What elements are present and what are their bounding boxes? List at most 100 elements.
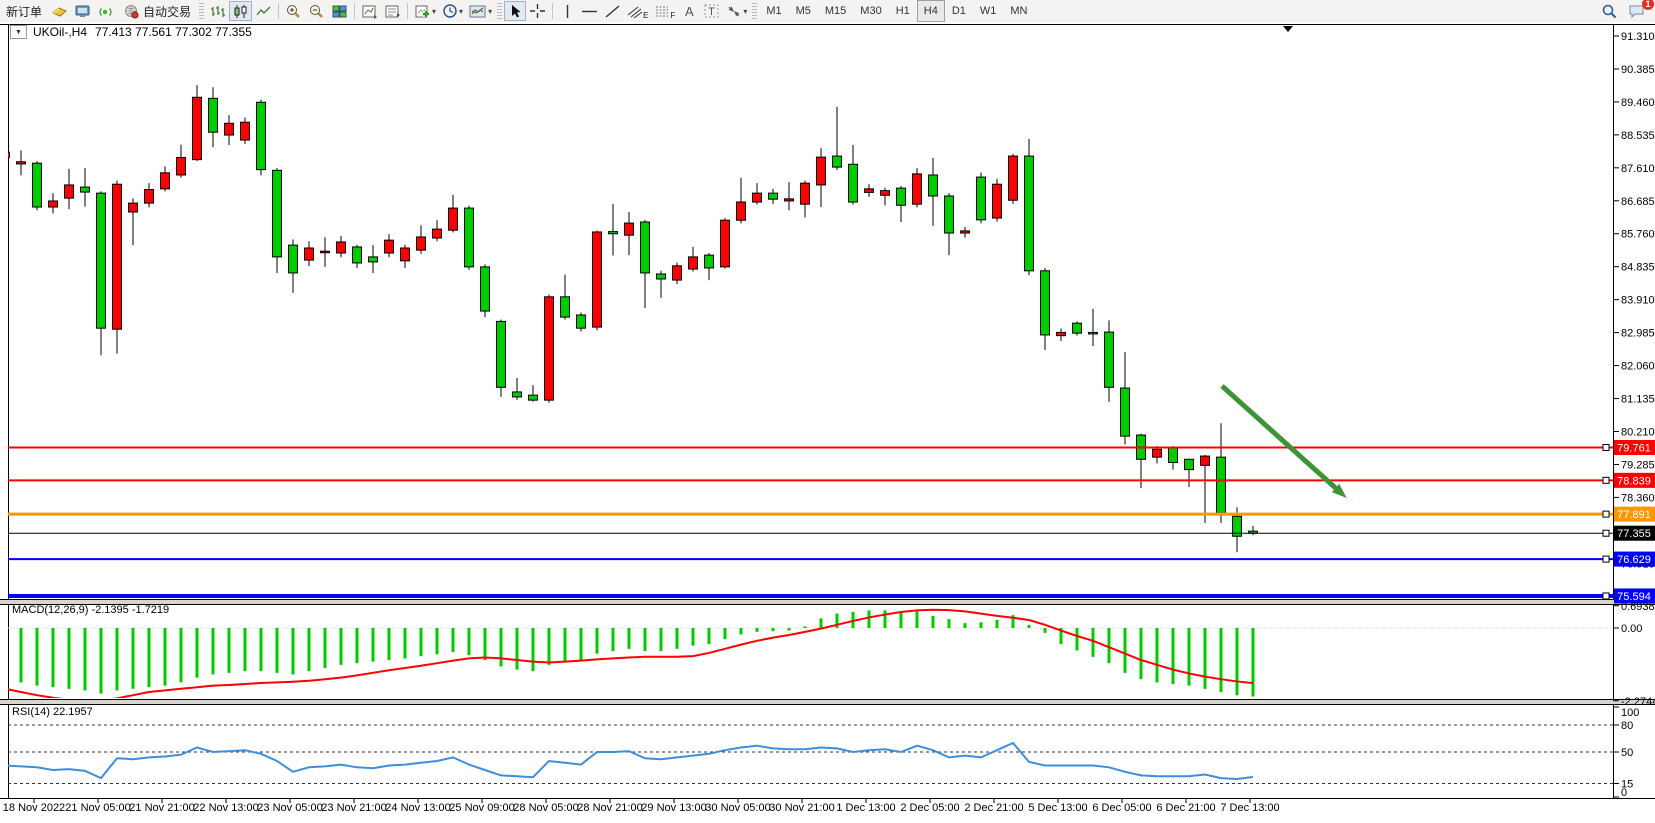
price-axis-tick: 82.060 — [1621, 361, 1655, 373]
candle-body — [401, 248, 410, 261]
candle-body — [513, 392, 522, 397]
macd-axis-tick: 0.6938 — [1621, 601, 1655, 613]
candle-body — [769, 193, 778, 199]
candle-body — [257, 102, 266, 169]
macd-indicator-label: MACD(12,26,9) -2.1395 -1.7219 — [12, 604, 169, 616]
candle-body — [177, 157, 186, 174]
rsi-axis-tick: 80 — [1621, 720, 1633, 732]
price-axis-tick: 84.835 — [1621, 262, 1655, 274]
candle-body — [33, 163, 42, 207]
candle-body — [225, 123, 234, 135]
time-axis-label: 5 Dec 13:00 — [1028, 802, 1087, 814]
candle-body — [897, 188, 906, 205]
price-axis-tick: 89.460 — [1621, 97, 1655, 109]
candle-body — [849, 164, 858, 202]
price-line-anchor — [1603, 556, 1609, 562]
candle-body — [1153, 449, 1162, 457]
price-axis-tick: 85.760 — [1621, 229, 1655, 241]
candle-body — [1201, 456, 1210, 465]
candle-body — [705, 255, 714, 268]
candle-body — [545, 297, 554, 400]
rsi-indicator-label: RSI(14) 22.1957 — [12, 706, 93, 718]
price-axis-tick: 91.310 — [1621, 31, 1655, 43]
candle-body — [1169, 447, 1178, 462]
candle-body — [497, 321, 506, 387]
candle-body — [369, 257, 378, 262]
price-axis-tick: 86.685 — [1621, 196, 1655, 208]
candle-body — [129, 203, 138, 212]
candle-body — [689, 257, 698, 269]
time-axis-label: 22 Nov 13:00 — [193, 802, 258, 814]
candle-body — [657, 274, 666, 279]
time-axis-label: 1 Dec 13:00 — [836, 802, 895, 814]
candle-body — [1025, 156, 1034, 271]
candle-body — [417, 237, 426, 250]
candle-body — [81, 187, 90, 192]
candle-body — [1057, 332, 1066, 335]
time-axis-label: 29 Nov 13:00 — [641, 802, 706, 814]
candle-body — [193, 97, 202, 159]
candle-body — [241, 122, 250, 140]
price-axis-tick: 90.385 — [1621, 64, 1655, 76]
candle-body — [913, 174, 922, 204]
svg-text:77.355: 77.355 — [1617, 528, 1651, 540]
macd-axis-tick: 0.00 — [1621, 623, 1642, 635]
time-axis-label: 6 Dec 21:00 — [1156, 802, 1215, 814]
time-axis-label: 24 Nov 13:00 — [385, 802, 450, 814]
candle-body — [929, 175, 938, 196]
candle-body — [865, 189, 874, 193]
candle-body — [641, 222, 650, 273]
candle-body — [145, 190, 154, 204]
rsi-axis-tick: 100 — [1621, 707, 1639, 719]
time-axis-label: 2 Dec 05:00 — [900, 802, 959, 814]
time-axis-label: 7 Dec 13:00 — [1220, 802, 1279, 814]
candle-body — [993, 184, 1002, 218]
price-chart-canvas[interactable]: 91.31090.38589.46088.53587.61086.68585.7… — [0, 0, 1655, 823]
candle-body — [465, 208, 474, 267]
svg-text:79.761: 79.761 — [1617, 442, 1651, 454]
candle-body — [289, 245, 298, 273]
time-axis-label: 28 Nov 21:00 — [577, 802, 642, 814]
candle-body — [273, 170, 282, 257]
candle-body — [337, 242, 346, 253]
candle-body — [625, 223, 634, 235]
candle-body — [449, 208, 458, 230]
svg-text:77.891: 77.891 — [1617, 509, 1651, 521]
rsi-axis-tick: 0 — [1621, 787, 1627, 799]
price-axis-tick: 87.610 — [1621, 163, 1655, 175]
candle-body — [321, 251, 330, 253]
svg-text:78.839: 78.839 — [1617, 475, 1651, 487]
candle-body — [529, 395, 538, 400]
candle-body — [961, 231, 970, 233]
chart-ohlc-quote: 77.413 77.561 77.302 77.355 — [95, 25, 252, 39]
one-click-trading-button[interactable]: ▼ — [10, 25, 27, 39]
candle-body — [305, 248, 314, 260]
rsi-axis-tick: 50 — [1621, 747, 1633, 759]
candle-body — [1041, 271, 1050, 335]
candle-body — [977, 177, 986, 220]
trading-terminal: { "toolbar": { "new_order_label": "新订单",… — [0, 0, 1655, 823]
time-axis-label: 21 Nov 05:00 — [65, 802, 130, 814]
candle-body — [1105, 332, 1114, 387]
candle-body — [737, 202, 746, 220]
time-axis-label: 25 Nov 09:00 — [449, 802, 514, 814]
candle-body — [833, 156, 842, 167]
candle-body — [1121, 388, 1130, 436]
price-axis-tick: 81.135 — [1621, 394, 1655, 406]
candle-body — [817, 157, 826, 185]
candle-body — [481, 267, 490, 311]
candle-body — [209, 98, 218, 132]
time-axis-label: 30 Nov 21:00 — [769, 802, 834, 814]
candle-body — [1217, 457, 1226, 513]
candle-body — [65, 185, 74, 198]
time-axis-label: 30 Nov 05:00 — [705, 802, 770, 814]
price-axis-tick: 80.210 — [1621, 426, 1655, 438]
price-line-anchor — [1603, 511, 1609, 517]
candle-body — [1009, 156, 1018, 200]
candle-body — [561, 297, 570, 317]
candle-body — [753, 193, 762, 202]
time-axis-label: 18 Nov 2022 — [3, 802, 65, 814]
candle-body — [113, 184, 122, 329]
candle-body — [785, 199, 794, 201]
candle-body — [49, 201, 58, 207]
